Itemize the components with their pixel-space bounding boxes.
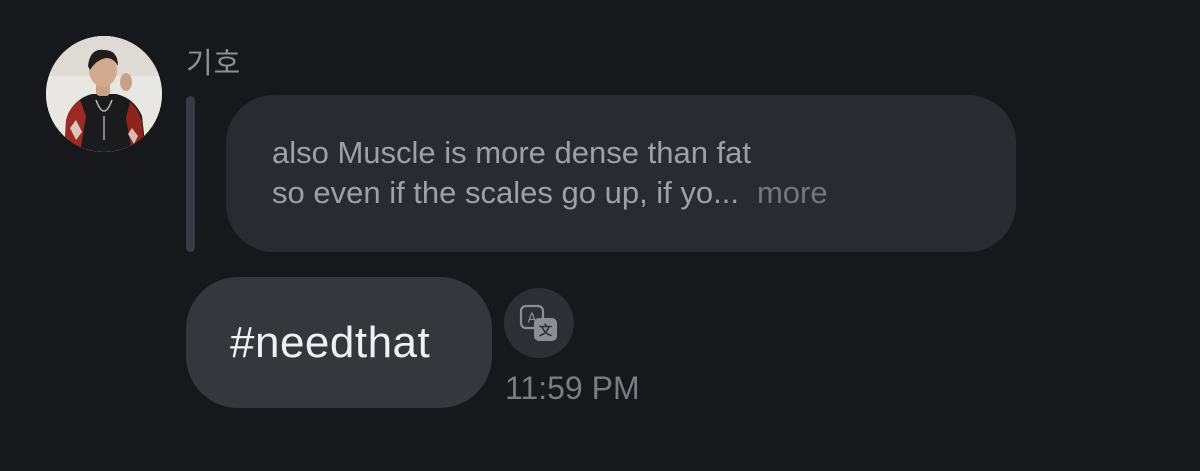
- more-link[interactable]: more: [757, 175, 828, 210]
- quoted-line-2-text: so even if the scales go up, if yo...: [272, 175, 739, 210]
- quoted-line-1: also Muscle is more dense than fat: [272, 135, 752, 170]
- translate-button[interactable]: A 文: [504, 288, 574, 358]
- translate-icon: A 文: [519, 304, 557, 341]
- svg-text:文: 文: [539, 323, 553, 339]
- reply-indicator-bar: [186, 96, 195, 252]
- sender-avatar[interactable]: [46, 36, 162, 152]
- quoted-message-bubble[interactable]: also Muscle is more dense than fat so ev…: [226, 95, 1016, 252]
- message-text: #needthat: [230, 317, 431, 367]
- quoted-line-2: so even if the scales go up, if yo... mor…: [272, 173, 1016, 213]
- avatar-photo-icon: [46, 36, 162, 152]
- chat-thread: 기호 also Muscle is more dense than fat so…: [0, 0, 1200, 471]
- message-bubble[interactable]: #needthat: [186, 277, 492, 408]
- message-timestamp: 11:59 PM: [505, 370, 640, 406]
- sender-name: 기호: [186, 46, 242, 80]
